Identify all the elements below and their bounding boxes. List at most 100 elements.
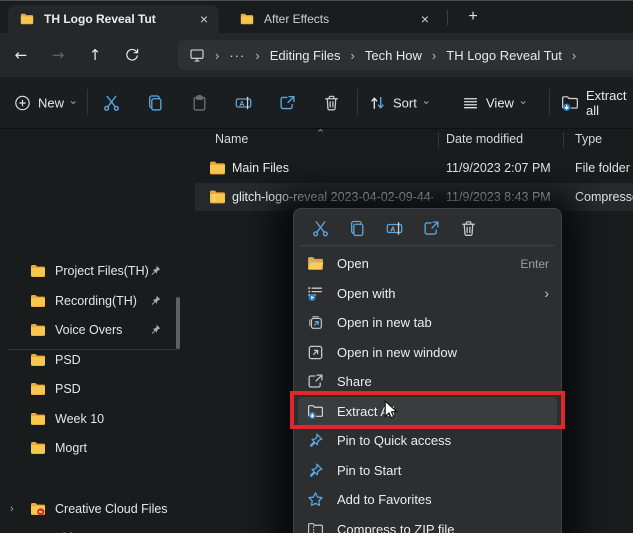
sidebar-item-label: Creative Cloud Files	[55, 502, 168, 516]
up-button[interactable]: ↑	[82, 43, 108, 67]
folder-icon	[30, 440, 46, 456]
file-name: Main Files	[232, 161, 289, 175]
menu-item-label: Compress to ZIP file	[337, 522, 455, 533]
folder-icon	[20, 12, 34, 26]
menu-item-open-with[interactable]: Open with ›	[298, 279, 557, 309]
pin-icon	[307, 462, 324, 479]
folder-icon	[209, 160, 226, 177]
menu-item-pin-to-quick-access[interactable]: Pin to Quick access	[298, 426, 557, 456]
mouse-cursor	[384, 400, 399, 425]
chevron-down-icon: ›	[67, 101, 79, 105]
rename-button[interactable]: A	[235, 94, 252, 111]
rename-icon: A	[386, 220, 403, 237]
sidebar-item-label: PSD	[55, 382, 81, 396]
share-button[interactable]	[413, 220, 450, 237]
chevron-right-icon[interactable]: ›	[10, 503, 14, 515]
folder-icon	[30, 293, 46, 309]
toolbar-divider	[87, 89, 88, 115]
share-button[interactable]	[279, 94, 296, 111]
menu-item-open-in-new-window[interactable]: Open in new window	[298, 338, 557, 368]
sidebar-item-psd-2[interactable]: PSD	[0, 374, 225, 403]
scissors-icon	[312, 220, 329, 237]
sidebar-scrollbar[interactable]	[176, 297, 180, 349]
view-button-label: View	[486, 95, 514, 110]
file-explorer-window: TH Logo Reveal Tut × After Effects × + ←…	[0, 0, 633, 533]
breadcrumb-item-editing-files[interactable]: Editing Files	[270, 48, 341, 63]
delete-button[interactable]	[323, 94, 340, 111]
sidebar-item-mogrt[interactable]: Mogrt	[0, 433, 225, 462]
pin-icon	[149, 294, 162, 307]
file-type: File folder	[575, 161, 630, 175]
sidebar-item-creative-cloud-files[interactable]: › Creative Cloud Files	[0, 494, 225, 523]
new-button[interactable]: New ›	[14, 94, 75, 111]
rename-button[interactable]: A	[376, 220, 413, 237]
menu-item-shortcut: Enter	[520, 257, 549, 271]
column-headers: Name › Date modified Type	[195, 128, 633, 153]
column-divider[interactable]	[438, 132, 439, 148]
open-new-tab-icon	[307, 314, 324, 331]
chevron-down-icon: ›	[517, 101, 529, 105]
svg-text:A: A	[390, 226, 395, 233]
refresh-button[interactable]	[119, 43, 145, 67]
monitor-icon	[30, 530, 46, 533]
sidebar-item-label: Project Files(TH)	[55, 264, 149, 278]
sort-button-label: Sort	[393, 95, 417, 110]
tab-bar: TH Logo Reveal Tut × After Effects × +	[0, 1, 633, 33]
back-button[interactable]: ←	[8, 43, 34, 67]
menu-item-compress-to-zip[interactable]: Compress to ZIP file	[298, 515, 557, 533]
copy-icon	[147, 94, 164, 111]
file-row-main-files[interactable]: Main Files 11/9/2023 2:07 PM File folder	[195, 154, 633, 182]
sort-button[interactable]: Sort ›	[369, 94, 428, 111]
column-header-name[interactable]: Name	[215, 132, 248, 146]
sidebar-item-label: Mogrt	[55, 441, 87, 455]
breadcrumb-item-th-logo-reveal-tut[interactable]: TH Logo Reveal Tut	[446, 48, 562, 63]
address-bar[interactable]: › ··· › Editing Files › Tech How › TH Lo…	[178, 40, 633, 70]
menu-item-pin-to-start[interactable]: Pin to Start	[298, 456, 557, 486]
column-header-type[interactable]: Type	[575, 132, 602, 146]
column-header-date-modified[interactable]: Date modified	[446, 132, 523, 146]
monitor-icon	[189, 47, 205, 63]
open-with-icon	[307, 285, 324, 302]
sidebar-item-voice-overs[interactable]: Voice Overs	[0, 315, 225, 344]
close-icon[interactable]: ×	[200, 11, 208, 27]
copy-button[interactable]	[147, 94, 164, 111]
menu-item-add-to-favorites[interactable]: Add to Favorites	[298, 485, 557, 515]
copy-button[interactable]	[339, 220, 376, 237]
folder-icon	[30, 263, 46, 279]
toolbar-divider	[549, 89, 550, 115]
view-button[interactable]: View ›	[462, 94, 525, 111]
sidebar-item-project-files-th[interactable]: Project Files(TH)	[0, 256, 225, 285]
breadcrumb-chevron-icon: ›	[255, 48, 259, 63]
open-new-window-icon	[307, 344, 324, 361]
sidebar-item-recording-th[interactable]: Recording(TH)	[0, 286, 225, 315]
new-button-label: New	[38, 95, 64, 110]
new-tab-button[interactable]: +	[460, 4, 486, 30]
tab-after-effects[interactable]: After Effects ×	[228, 5, 440, 33]
trash-icon	[460, 220, 477, 237]
context-menu-quick-actions: A	[298, 213, 557, 243]
paste-button[interactable]	[191, 94, 208, 111]
menu-item-open-in-new-tab[interactable]: Open in new tab	[298, 308, 557, 338]
column-divider[interactable]	[563, 132, 564, 148]
menu-separator	[300, 245, 555, 246]
breadcrumb-item-tech-how[interactable]: Tech How	[365, 48, 422, 63]
tutorial-highlight-box	[290, 391, 565, 429]
tab-th-logo-reveal-tut[interactable]: TH Logo Reveal Tut ×	[8, 5, 219, 33]
close-icon[interactable]: ×	[421, 11, 429, 27]
menu-item-open[interactable]: Open Enter	[298, 249, 557, 279]
forward-button[interactable]: →	[45, 43, 71, 67]
delete-button[interactable]	[450, 220, 487, 237]
sidebar-item-week-10[interactable]: Week 10	[0, 404, 225, 433]
sort-ascending-icon: ›	[315, 129, 326, 132]
cut-button[interactable]	[302, 220, 339, 237]
breadcrumb-ellipsis[interactable]: ···	[229, 48, 245, 63]
cut-button[interactable]	[103, 94, 120, 111]
sidebar-item-this-pc[interactable]: › This PC	[0, 523, 225, 533]
folder-icon	[30, 322, 46, 338]
extract-all-button[interactable]: Extract all	[561, 88, 633, 118]
chevron-down-icon: ›	[420, 101, 432, 105]
breadcrumb-chevron-icon: ›	[351, 48, 355, 63]
menu-item-label: Add to Favorites	[337, 492, 432, 507]
file-row-glitch-logo-zip[interactable]: glitch-logo-reveal 2023-04-02-09-44-39 1…	[195, 183, 633, 211]
file-name: glitch-logo-reveal 2023-04-02-09-44-39	[232, 190, 433, 204]
